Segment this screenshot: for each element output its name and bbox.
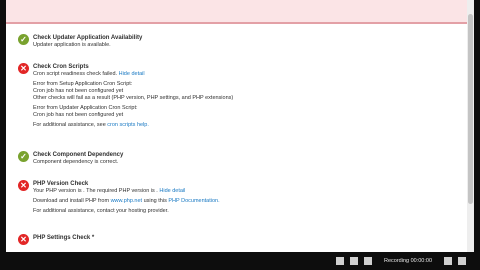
download-line: Download and install PHP from www.php.ne… <box>33 198 453 205</box>
check-message: Your PHP version is . The required PHP v… <box>33 188 453 195</box>
taskbar-tray-icon[interactable] <box>444 257 452 265</box>
page: ✓ Check Updater Application Availability… <box>0 0 480 270</box>
taskbar-app-icon[interactable] <box>336 257 344 265</box>
php-net-link[interactable]: www.php.net <box>111 198 143 204</box>
taskbar-tray-icon[interactable] <box>458 257 466 265</box>
taskbar-app-icon[interactable] <box>364 257 372 265</box>
detail-line: Error from Updater Application Cron Scri… <box>33 105 138 111</box>
check-title: Check Component Dependency <box>33 152 124 158</box>
close-icon: ✕ <box>18 180 29 191</box>
close-icon: ✕ <box>18 63 29 74</box>
error-banner <box>6 0 468 24</box>
scrollbar-thumb[interactable] <box>468 14 473 204</box>
check-title: PHP Version Check <box>33 181 89 187</box>
check-title: PHP Settings Check * <box>33 235 95 241</box>
php-docs-link[interactable]: PHP Documentation. <box>168 198 219 204</box>
check-message: Updater application is available. <box>33 42 111 48</box>
recording-status: Recording 00:00:00 <box>384 258 433 264</box>
detail-line: Error from Setup Application Cron Script… <box>33 81 133 87</box>
detail-line: Cron job has not been configured yet <box>33 112 124 118</box>
check-title: Check Cron Scripts <box>33 64 89 70</box>
check-message: Component dependency is correct. <box>33 159 119 165</box>
right-letterbox <box>474 0 480 270</box>
check-title: Check Updater Application Availability <box>33 35 143 41</box>
download-mid: using this <box>143 198 167 204</box>
download-prefix: Download and install PHP from <box>33 198 110 204</box>
hide-detail-link[interactable]: Hide detail <box>119 71 145 77</box>
check-icon: ✓ <box>18 151 29 162</box>
help-line: For additional assistance, see cron scri… <box>33 122 453 129</box>
check-icon: ✓ <box>18 34 29 45</box>
left-letterbox <box>0 0 6 270</box>
help-prefix: For additional assistance, see <box>33 122 106 128</box>
check-message: Cron script readiness check failed. Hide… <box>33 71 453 78</box>
close-icon: ✕ <box>18 234 29 245</box>
cron-help-link[interactable]: cron scripts help. <box>107 122 149 128</box>
detail-line: Cron job has not been configured yet <box>33 88 124 94</box>
hide-detail-link[interactable]: Hide detail <box>159 188 185 194</box>
taskbar: Recording 00:00:00 <box>0 252 480 270</box>
taskbar-app-icon[interactable] <box>350 257 358 265</box>
detail-line: Other checks will fail as a result (PHP … <box>33 95 234 101</box>
check-message-text: Your PHP version is . The required PHP v… <box>33 188 158 194</box>
check-message-text: Cron script readiness check failed. <box>33 71 118 77</box>
assist-line: For additional assistance, contact your … <box>33 208 169 214</box>
